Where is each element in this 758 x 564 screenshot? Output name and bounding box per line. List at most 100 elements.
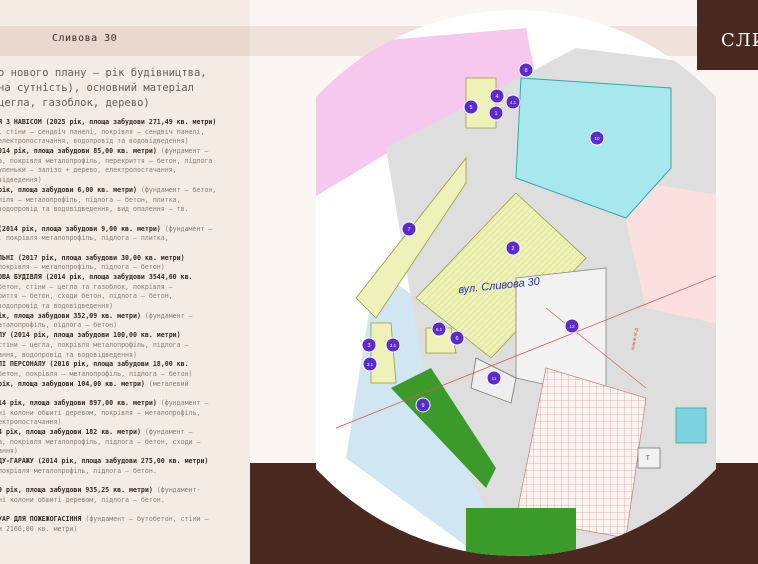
list-item-detail: бетон, стіни – цегла та газоблок, покрів… (0, 282, 173, 291)
list-item (0, 215, 250, 225)
list-item: УАР ДЛЯ ПОЖЕЖОГАСІННЯ (фундамент – бутоб… (0, 515, 250, 525)
list-item-detail: а, покрівля металопрофіль, перекриття – … (0, 156, 213, 165)
site-marker-3-1[interactable]: 3.1 (385, 337, 401, 353)
list-item: ліля – металопрофіль, підлога – бетон, п… (0, 196, 250, 206)
list-item-detail: електропостачання, водопровід та водовід… (0, 137, 189, 146)
list-item-detail: ектропостачання) (0, 418, 62, 427)
list-item: рік, площа забудови 104,00 кв. метри) (м… (0, 380, 250, 390)
list-item-detail: ні колони обшиті деревом, покрівля – мет… (0, 408, 201, 417)
site-marker-label: 1 (494, 111, 497, 117)
list-item-detail: ання) (0, 447, 18, 456)
site-marker-label: 7 (407, 227, 410, 233)
intro-text: о нового плану – рік будівництва, на сут… (0, 67, 207, 109)
list-item-detail: водопровід та водовідведення) (0, 302, 114, 311)
list-item-heading: Я З НАВІСОМ (2025 рік, площа забудови 27… (0, 118, 217, 126)
site-marker-6-1[interactable]: 6.1 (431, 321, 447, 337)
site-marker-3[interactable]: 3 (361, 337, 377, 353)
list-item-detail: риття – бетон, сходи бетон, підлога – бе… (0, 292, 173, 301)
list-item: Я З НАВІСОМ (2025 рік, площа забудови 27… (0, 118, 250, 128)
site-marker-3-1[interactable]: 3.1 (362, 356, 378, 372)
list-item-detail (0, 476, 2, 484)
site-marker-label: 3.1 (367, 362, 374, 367)
list-item-detail: стіни – цегла, покрівля металопрофіль, п… (0, 340, 189, 349)
list-item-heading: рік, площа забудови 6,00 кв. метри) (0, 185, 137, 194)
list-item: ік, площа забудови 352,09 кв. метри) (фу… (0, 312, 250, 322)
site-marker-label: 8 (524, 68, 527, 74)
site-marker-label: 10 (594, 136, 600, 141)
list-item-heading: рік, площа забудови 104,00 кв. метри) (0, 379, 145, 388)
list-item: водопровід та водовідведення) (0, 302, 250, 312)
list-item-heading: УАР ДЛЯ ПОЖЕЖОГАСІННЯ (0, 515, 82, 524)
site-marker-8[interactable]: 8 (518, 62, 534, 78)
green-area-bottom (466, 508, 576, 556)
list-item-detail: покрівля металопрофіль, підлога – бетон. (0, 466, 157, 475)
site-marker-label: 6.1 (436, 327, 443, 332)
list-item-detail: бетон, покрівля – металопрофіль, підлога… (0, 369, 193, 378)
list-item: 4 рік, площа забудови 182 кв. метри) (фу… (0, 428, 250, 438)
list-item-detail: ання, водопровід та водовідведення) (0, 350, 137, 359)
list-item-detail: (фундамент – бетон, (136, 185, 217, 194)
list-item-detail: (фундамент – (156, 398, 209, 407)
list-item: ні колони обшиті деревом, покрівля – мет… (0, 409, 250, 419)
site-marker-5[interactable]: 5 (463, 99, 479, 115)
building-list: Я З НАВІСОМ (2025 рік, площа забудови 27… (0, 118, 250, 535)
site-plan-map[interactable]: вул. Сливова 30 Київ Ж-ІЄ-Д Т 123 3.13.14… (316, 8, 716, 558)
list-item-heading: 14 рік, площа забудови 897,00 кв. метри) (0, 398, 157, 407)
list-item-detail: (фундамент- (152, 486, 201, 495)
list-item-heading: ДУ-ГАРАЖУ (2014 рік, площа забудови 275,… (0, 457, 209, 466)
list-item: 9 рік, площа забудови 935,25 кв. метри) … (0, 486, 250, 496)
site-marker-12[interactable]: 12 (564, 318, 580, 334)
list-item: водопровід та водовідведення, вид опален… (0, 205, 250, 215)
site-marker-label: 9 (421, 403, 424, 409)
list-item: ектропостачання) (0, 418, 250, 428)
small-building-label: Т (646, 456, 650, 462)
list-item: а, покрівля металопрофіль, перекриття – … (0, 157, 250, 167)
site-marker-11[interactable]: 11 (486, 370, 502, 386)
list-item-detail: , покрівля металопрофіль, підлога – плит… (0, 234, 169, 243)
site-marker-1[interactable]: 1 (488, 105, 504, 121)
list-item: (2014 рік, площа забудови 9,00 кв. метри… (0, 225, 250, 235)
list-item: упеньки – залізо + дерево, електропостач… (0, 166, 250, 176)
site-marker-4-1[interactable]: 4.1 (505, 94, 521, 110)
list-item (0, 476, 250, 486)
list-item: бетон, покрівля – металопрофіль, підлога… (0, 370, 250, 380)
list-item: ання, водопровід та водовідведення) (0, 351, 250, 361)
list-item-detail: упеньки – залізо + дерево, електропостач… (0, 166, 177, 175)
list-item: ДУ-ГАРАЖУ (2014 рік, площа забудови 275,… (0, 457, 250, 467)
list-item-heading: (2014 рік, площа забудови 9,00 кв. метри… (0, 224, 161, 233)
list-item-detail: (фундамент – (156, 147, 209, 156)
site-marker-2[interactable]: 2 (505, 240, 521, 256)
list-item: еталопрофіль, підлога – бетон) (0, 321, 250, 331)
list-item (0, 506, 250, 516)
list-item-heading: 4 рік, площа забудови 182 кв. метри) (0, 428, 141, 436)
site-marker-4[interactable]: 4 (489, 88, 505, 104)
list-item-detail: (фундамент – (140, 311, 193, 320)
list-item: ні колони обшиті деревом, підлога – бето… (0, 496, 250, 506)
site-marker-9[interactable]: 9 (415, 397, 431, 413)
list-item-detail: відведення) (0, 176, 42, 185)
list-item: бетон, стіни – цегла та газоблок, покрів… (0, 283, 250, 293)
site-marker-10[interactable]: 10 (589, 130, 605, 146)
list-item-heading: ЛІ ПЕРСОНАЛУ (2016 рік, площа забудови 1… (0, 360, 189, 369)
list-item-heading: 9 рік, площа забудови 935,25 кв. метри) (0, 486, 153, 495)
site-marker-label: 3 (367, 343, 370, 349)
list-item: ЛУ (2014 рік, площа забудови 100,00 кв. … (0, 331, 250, 341)
list-item-detail: ні колони обшиті деревом, підлога – бето… (0, 495, 165, 504)
site-marker-label: 12 (569, 324, 575, 329)
list-item-detail: , стіни – сендвіч панелі, покрівля – сен… (0, 127, 205, 136)
list-item-heading: ЛУ (2014 рік, площа забудови 100,00 кв. … (0, 331, 181, 340)
list-item-detail (0, 244, 2, 252)
list-item: відведення) (0, 176, 250, 186)
site-marker-7[interactable]: 7 (401, 221, 417, 237)
list-item (0, 244, 250, 254)
list-item: рік, площа забудови 6,00 кв. метри) (фун… (0, 186, 250, 196)
list-item-detail (0, 506, 2, 514)
list-item-detail: водопровід та водовідведення, вид опален… (0, 205, 189, 214)
list-item-detail: покрівля – металопрофіль, підлога – бето… (0, 263, 165, 272)
logo-text: СЛИ (721, 30, 758, 51)
site-marker-6[interactable]: 6 (449, 330, 465, 346)
list-item: стіни – цегла, покрівля металопрофіль, п… (0, 341, 250, 351)
list-item: ЛЬНІ (2017 рік, площа забудови 30,00 кв.… (0, 254, 250, 264)
list-item-detail (0, 389, 2, 397)
list-item: , стіни – сендвіч панелі, покрівля – сен… (0, 128, 250, 138)
